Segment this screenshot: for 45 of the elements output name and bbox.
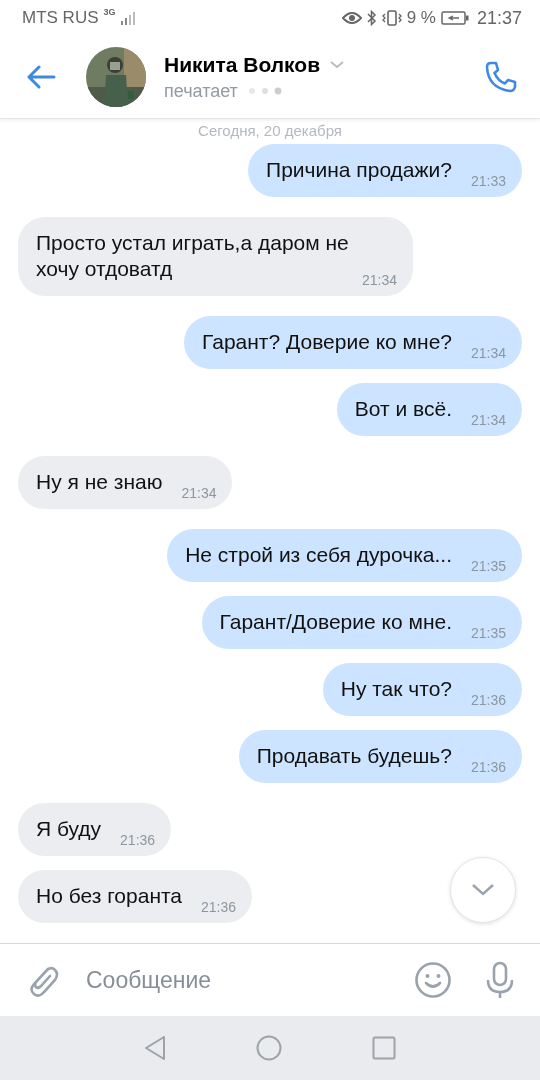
message-time: 21:33 bbox=[470, 173, 506, 189]
message-time: 21:34 bbox=[181, 485, 217, 501]
message-text: Я буду bbox=[36, 817, 102, 840]
chevron-down-icon[interactable] bbox=[330, 60, 345, 69]
message-time: 21:35 bbox=[470, 625, 506, 641]
message-text: Ну так что? bbox=[340, 677, 452, 700]
carrier-name: MTS RUS bbox=[22, 8, 99, 28]
network-type: 3G bbox=[103, 7, 116, 17]
chevron-down-icon[interactable] bbox=[471, 883, 495, 897]
message-text: Ну я не знаю bbox=[36, 470, 163, 493]
message-time: 21:34 bbox=[470, 345, 506, 361]
message-time: 21:34 bbox=[361, 272, 397, 288]
message-input[interactable]: Сообщение bbox=[76, 962, 398, 998]
eye-icon bbox=[341, 11, 362, 25]
vibrate-icon bbox=[381, 10, 402, 26]
bluetooth-icon bbox=[366, 10, 377, 26]
message-text: Просто устал играть,а даром не хочу отдоватд bbox=[36, 231, 349, 280]
typing-dots-icon bbox=[247, 87, 284, 95]
phone-icon[interactable] bbox=[484, 60, 518, 94]
message-time: 21:36 bbox=[120, 832, 156, 848]
typing-status: печатает bbox=[164, 80, 238, 102]
message-time: 21:36 bbox=[201, 899, 237, 915]
message-time: 21:36 bbox=[470, 759, 506, 775]
message-text: Гарант/Доверие ко мне. bbox=[219, 610, 452, 633]
message-text: Но без горанта bbox=[36, 884, 183, 907]
message-text: Продавать будешь? bbox=[256, 744, 452, 767]
signal-icon bbox=[120, 11, 137, 25]
microphone-icon[interactable] bbox=[484, 961, 516, 999]
back-nav-icon[interactable] bbox=[144, 1035, 166, 1061]
clock: 21:37 bbox=[476, 7, 522, 29]
message-text: Не строй из себя дурочка... bbox=[185, 543, 452, 566]
date-divider: Сегодня, 20 декабря bbox=[198, 122, 342, 140]
emoji-icon[interactable] bbox=[414, 961, 452, 999]
recents-nav-icon[interactable] bbox=[372, 1036, 396, 1060]
message-time: 21:36 bbox=[470, 692, 506, 708]
battery-icon bbox=[440, 11, 469, 25]
message-text: Вот и всё. bbox=[354, 397, 452, 420]
message-time: 21:35 bbox=[470, 558, 506, 574]
battery-percent: 9 % bbox=[406, 8, 436, 28]
contact-name[interactable]: Никита Волков bbox=[164, 52, 321, 77]
message-text: Причина продажи? bbox=[266, 158, 452, 181]
message-time: 21:34 bbox=[470, 412, 506, 428]
home-nav-icon[interactable] bbox=[256, 1035, 282, 1061]
message-text: Гарант? Доверие ко мне? bbox=[202, 330, 452, 353]
back-arrow-icon[interactable] bbox=[26, 65, 56, 89]
